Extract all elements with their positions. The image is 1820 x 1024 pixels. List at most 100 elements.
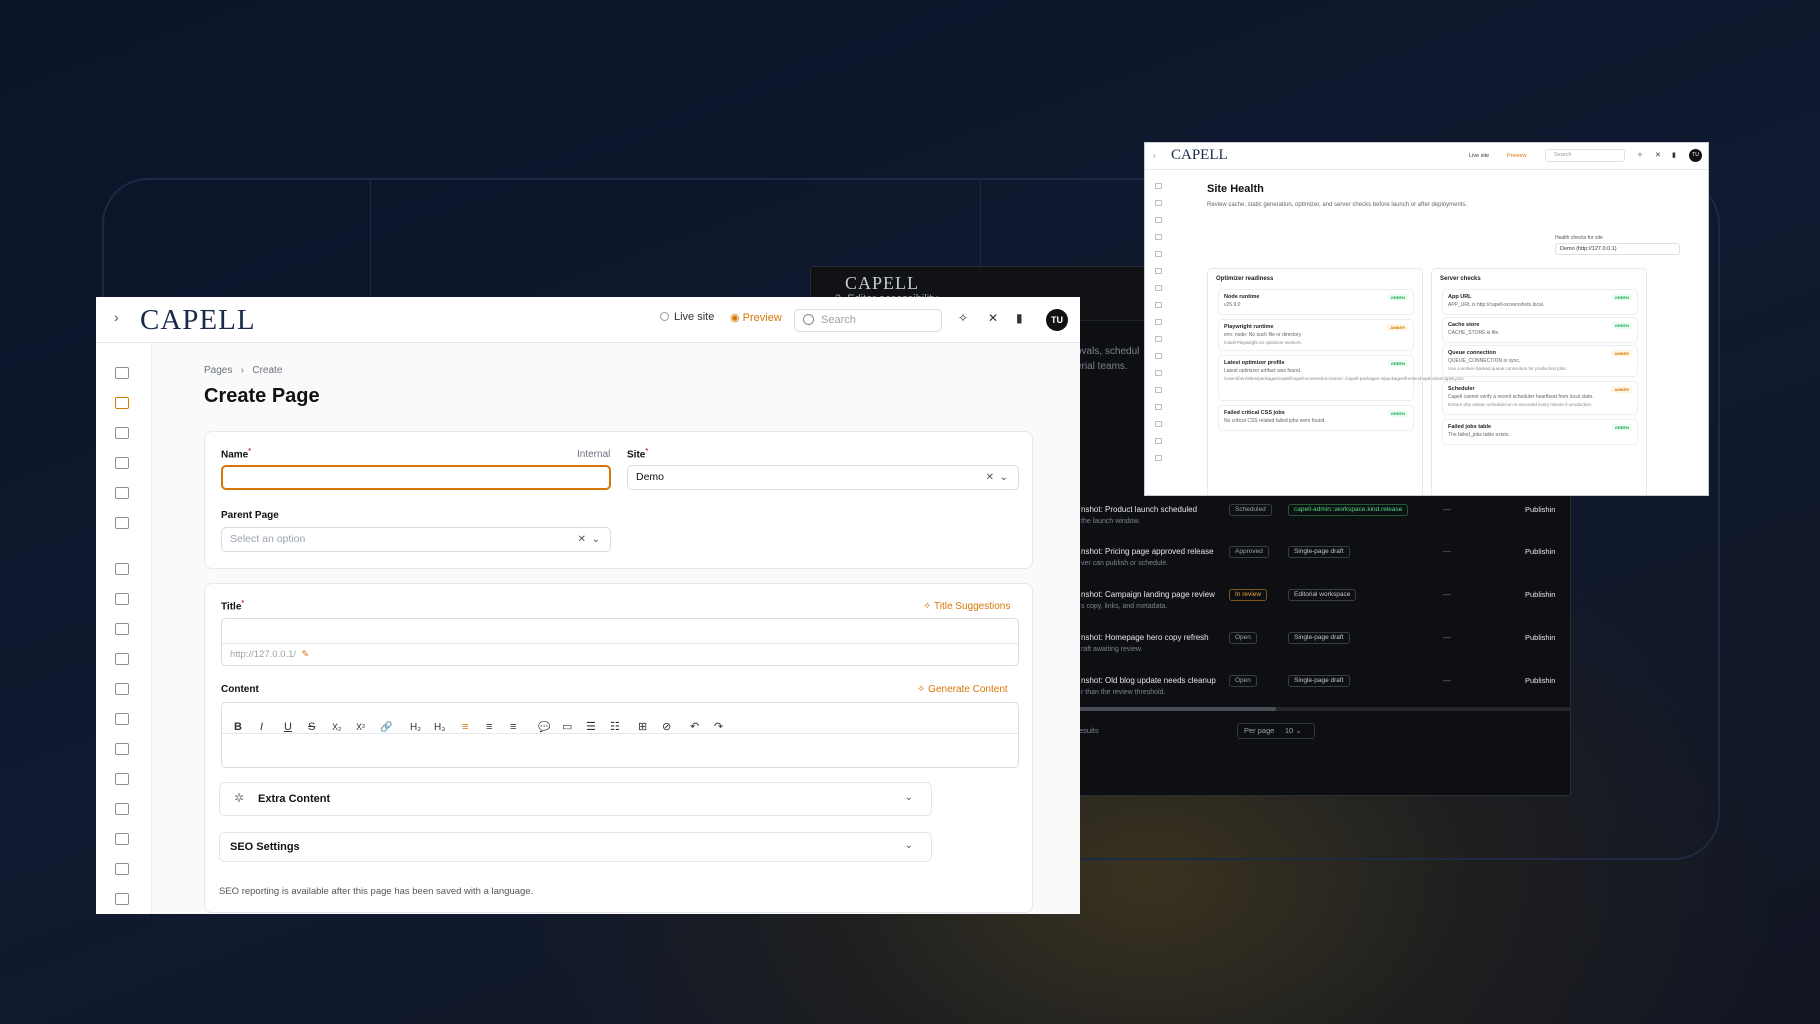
- chevron-down-icon[interactable]: ⌄: [905, 840, 913, 851]
- ordered-list-icon[interactable]: ☷: [610, 716, 620, 739]
- check-detail: Use a worker-backed queue connection for…: [1448, 366, 1567, 371]
- nav-icon[interactable]: [1155, 268, 1162, 274]
- italic-button[interactable]: I: [260, 716, 263, 739]
- undo-icon[interactable]: ↶: [690, 716, 699, 739]
- sparkle-icon[interactable]: ✧: [958, 311, 968, 325]
- image-icon[interactable]: [115, 367, 129, 379]
- horizontal-scrollbar[interactable]: [1076, 707, 1570, 711]
- table-icon[interactable]: ⊞: [638, 716, 647, 739]
- name-input[interactable]: [221, 465, 611, 490]
- edit-icon[interactable]: ✎: [301, 649, 309, 660]
- rich-text-editor[interactable]: B I U S X₂ X² 🔗 H₂ H₃ ≡ ≡ ≡ 💬 ▭ ☰ ☷ ⊞ ⊘ …: [221, 702, 1019, 768]
- sparkle-icon[interactable]: ✧: [1637, 151, 1643, 159]
- nav-icon[interactable]: [1155, 302, 1162, 308]
- chart-icon[interactable]: [115, 653, 129, 665]
- seo-settings-section[interactable]: SEO Settings ⌄: [219, 832, 932, 862]
- nav-icon[interactable]: [1155, 387, 1162, 393]
- superscript-button[interactable]: X²: [356, 716, 365, 739]
- calendar-icon[interactable]: [115, 487, 129, 499]
- health-check-card: Queue connection QUEUE_CONNECTION is sync…: [1442, 345, 1638, 377]
- per-page-select[interactable]: Per page 10 ⌄: [1237, 723, 1315, 739]
- extra-content-section[interactable]: ✲ Extra Content ⌄: [219, 782, 932, 816]
- nav-icon[interactable]: [1155, 353, 1162, 359]
- mail-icon[interactable]: [115, 683, 129, 695]
- nav-icon[interactable]: [1155, 285, 1162, 291]
- scrollbar-thumb[interactable]: [1076, 707, 1276, 711]
- box-icon[interactable]: ▭: [562, 716, 572, 739]
- upload-icon[interactable]: [115, 893, 129, 905]
- nav-icon[interactable]: [1155, 251, 1162, 257]
- row-subtitle: raft awaiting review.: [1081, 646, 1143, 653]
- nav-icon[interactable]: [1155, 455, 1162, 461]
- chevron-right-icon[interactable]: ›: [1153, 151, 1156, 160]
- title-suggestions-label: Title Suggestions: [933, 601, 1011, 612]
- nav-icon[interactable]: [1155, 404, 1162, 410]
- breadcrumb-pages[interactable]: Pages: [204, 365, 232, 376]
- tools-icon[interactable]: ✕: [1655, 151, 1661, 159]
- stack-icon[interactable]: [115, 743, 129, 755]
- inbox-icon[interactable]: [115, 803, 129, 815]
- trash-icon[interactable]: ▮: [1672, 151, 1676, 159]
- clear-chevron-icon[interactable]: ✕ ⌄: [578, 528, 600, 551]
- underline-button[interactable]: U: [284, 716, 292, 739]
- align-right-icon[interactable]: ≡: [510, 716, 516, 739]
- nav-icon[interactable]: [1155, 336, 1162, 342]
- parent-page-select[interactable]: Select an option ✕ ⌄: [221, 527, 611, 552]
- strike-button[interactable]: S: [308, 716, 315, 739]
- subscript-button[interactable]: X₂: [332, 716, 342, 739]
- avatar[interactable]: TU: [1689, 149, 1702, 162]
- preview-link[interactable]: ◉ Preview: [730, 311, 782, 324]
- heading2-button[interactable]: H₂: [410, 716, 421, 739]
- check-description: QUEUE_CONNECTION is sync.: [1448, 358, 1521, 364]
- bullet-list-icon[interactable]: ☰: [586, 716, 596, 739]
- align-left-icon[interactable]: ≡: [462, 716, 468, 739]
- chevron-right-icon[interactable]: ›: [114, 309, 119, 325]
- chevron-down-icon[interactable]: ⌄: [905, 792, 913, 803]
- nav-icon[interactable]: [1155, 217, 1162, 223]
- live-site-link[interactable]: Live site: [660, 311, 714, 323]
- nav-icon[interactable]: [1155, 200, 1162, 206]
- align-center-icon[interactable]: ≡: [486, 716, 492, 739]
- heading3-button[interactable]: H₃: [434, 716, 445, 739]
- site-select[interactable]: Demo ✕ ⌄: [627, 465, 1019, 490]
- users-icon[interactable]: [115, 863, 129, 875]
- file-icon[interactable]: [115, 593, 129, 605]
- search-input[interactable]: Search: [794, 309, 942, 332]
- nav-icon[interactable]: [1155, 183, 1162, 189]
- create-page-window: › CAPELL Live site ◉ Preview Search ✧ ✕ …: [96, 297, 1080, 914]
- megaphone-icon[interactable]: [115, 563, 129, 575]
- tools-icon[interactable]: ✕: [988, 311, 998, 325]
- document-icon[interactable]: [115, 457, 129, 469]
- tag-icon[interactable]: [115, 833, 129, 845]
- live-site-link[interactable]: Live site: [1469, 153, 1489, 159]
- clear-chevron-icon[interactable]: ✕ ⌄: [986, 466, 1008, 489]
- redo-icon[interactable]: ↷: [714, 716, 723, 739]
- search-placeholder: Search: [821, 314, 856, 326]
- bold-button[interactable]: B: [234, 716, 242, 739]
- avatar[interactable]: TU: [1046, 309, 1068, 331]
- search-input[interactable]: Search: [1545, 149, 1625, 162]
- cube-icon[interactable]: [115, 517, 129, 529]
- nav-icon[interactable]: [1155, 370, 1162, 376]
- nav-icon[interactable]: [1155, 421, 1162, 427]
- generate-content-button[interactable]: ✧ Generate Content: [917, 684, 1008, 695]
- globe-icon[interactable]: [115, 713, 129, 725]
- logo[interactable]: CAPELL: [140, 304, 256, 337]
- link-icon[interactable]: 🔗: [380, 716, 392, 739]
- row-title: nshot: Homepage hero copy refresh: [1081, 633, 1209, 642]
- nav-icon[interactable]: [1155, 234, 1162, 240]
- trash-icon[interactable]: ▮: [1016, 311, 1023, 325]
- tag-icon[interactable]: [115, 773, 129, 785]
- site-health-logo[interactable]: CAPELL: [1171, 147, 1228, 164]
- nav-icon[interactable]: [1155, 319, 1162, 325]
- title-input-group[interactable]: http://127.0.0.1/ ✎: [221, 618, 1019, 666]
- clipboard-icon[interactable]: [115, 427, 129, 439]
- pages-icon[interactable]: [115, 397, 129, 409]
- nav-icon[interactable]: [1155, 438, 1162, 444]
- comment-icon[interactable]: 💬: [538, 716, 550, 739]
- health-check-select[interactable]: Demo (http://127.0.0.1): [1555, 243, 1680, 255]
- preview-link[interactable]: Preview: [1507, 153, 1527, 159]
- unlink-icon[interactable]: ⊘: [662, 716, 671, 739]
- title-suggestions-button[interactable]: ✧ Title Suggestions: [923, 601, 1010, 612]
- sparkle-icon[interactable]: [115, 623, 129, 635]
